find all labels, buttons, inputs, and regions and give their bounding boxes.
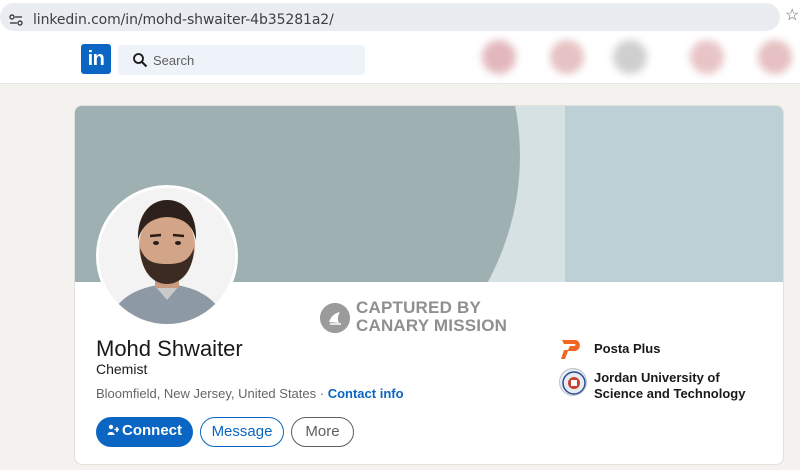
profile-name: Mohd Shwaiter [96,336,243,361]
location-row: Bloomfield, New Jersey, United States · … [96,386,404,401]
url-text[interactable]: linkedin.com/in/mohd-shwaiter-4b35281a2/ [33,12,334,28]
separator: · [316,386,328,401]
more-button[interactable]: More [291,417,354,447]
person-portrait-icon [99,188,235,324]
profile-location: Bloomfield, New Jersey, United States [96,386,317,401]
contact-info-link[interactable]: Contact info [328,386,404,401]
profile-card: CAPTURED BY CANARY MISSION Mohd Shwaiter… [74,105,784,465]
search-placeholder: Search [153,53,195,68]
nav-icon-blurred[interactable] [613,40,647,74]
site-settings-icon[interactable] [8,12,24,28]
posta-plus-logo [561,340,580,359]
connect-button[interactable]: Connect [96,417,193,447]
url-bar[interactable]: linkedin.com/in/mohd-shwaiter-4b35281a2/ [0,3,780,31]
bird-icon [320,303,350,333]
experience-company: Posta Plus [594,341,661,356]
nav-icon-blurred[interactable] [550,40,584,74]
connect-label: Connect [122,422,182,439]
nav-icons-blurred [470,36,800,84]
avatar [99,188,235,324]
watermark-line2: CANARY MISSION [356,316,508,335]
linkedin-logo[interactable]: in [81,44,111,74]
university-logo [559,368,587,396]
canary-mission-watermark: CAPTURED BY CANARY MISSION [320,298,520,338]
add-person-icon [107,424,119,435]
nav-icon-blurred[interactable] [758,40,792,74]
linkedin-navbar: in Search [0,36,800,84]
nav-icon-blurred[interactable] [482,40,516,74]
watermark-line1: CAPTURED BY [356,298,481,317]
education-school: Jordan University of Science and Technol… [594,370,746,401]
nav-icon-blurred[interactable] [690,40,724,74]
message-button[interactable]: Message [200,417,284,447]
profile-headline: Chemist [96,361,148,377]
university-seal-icon [562,371,586,395]
browser-address-bar: linkedin.com/in/mohd-shwaiter-4b35281a2/… [0,0,800,36]
search-input[interactable]: Search [118,45,365,75]
star-icon[interactable]: ☆ [785,6,799,26]
profile-photo[interactable] [96,185,238,327]
search-icon [133,53,148,68]
